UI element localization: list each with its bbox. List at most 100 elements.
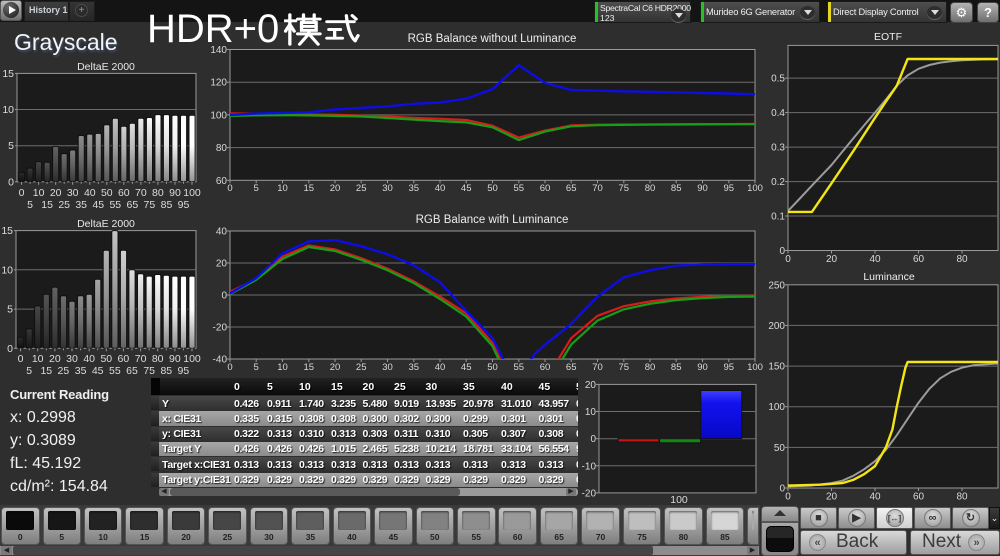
svg-text:10: 10 [2, 104, 14, 116]
svg-text:0: 0 [227, 362, 232, 373]
svg-text:25: 25 [58, 365, 70, 377]
svg-text:50: 50 [487, 362, 498, 373]
svg-text:60: 60 [216, 176, 228, 187]
svg-text:50: 50 [101, 187, 113, 199]
svg-text:20: 20 [49, 353, 61, 365]
svg-text:0: 0 [18, 353, 24, 365]
svg-text:0: 0 [221, 291, 227, 302]
svg-text:100: 100 [210, 110, 227, 121]
svg-text:30: 30 [66, 353, 78, 365]
svg-text:EOTF: EOTF [874, 31, 902, 43]
svg-text:10: 10 [277, 362, 288, 373]
svg-text:40: 40 [83, 353, 95, 365]
svg-text:15: 15 [304, 183, 315, 194]
svg-text:35: 35 [75, 365, 87, 377]
svg-text:60: 60 [118, 353, 130, 365]
svg-text:100: 100 [183, 353, 201, 365]
svg-text:RGB Balance with Luminance: RGB Balance with Luminance [416, 214, 569, 226]
svg-text:60: 60 [118, 187, 130, 199]
svg-text:0.2: 0.2 [771, 177, 785, 188]
svg-text:65: 65 [126, 365, 138, 377]
svg-text:35: 35 [409, 183, 420, 194]
svg-text:55: 55 [109, 199, 121, 211]
svg-text:80: 80 [216, 143, 228, 154]
svg-text:50: 50 [487, 183, 498, 194]
svg-text:100: 100 [747, 183, 763, 194]
svg-text:0: 0 [785, 492, 791, 503]
svg-text:0: 0 [590, 434, 596, 445]
svg-text:150: 150 [768, 362, 785, 373]
svg-text:40: 40 [435, 362, 446, 373]
svg-text:250: 250 [768, 280, 785, 291]
svg-text:60: 60 [540, 362, 551, 373]
svg-text:100: 100 [768, 402, 785, 413]
svg-text:10: 10 [277, 183, 288, 194]
svg-text:50: 50 [774, 443, 786, 454]
svg-text:0.5: 0.5 [771, 74, 785, 85]
svg-text:15: 15 [1, 225, 13, 237]
svg-text:25: 25 [58, 199, 70, 211]
svg-text:55: 55 [514, 362, 525, 373]
svg-text:RGB Balance without Luminance: RGB Balance without Luminance [408, 33, 577, 45]
svg-text:5: 5 [26, 365, 32, 377]
svg-text:65: 65 [566, 362, 577, 373]
svg-text:90: 90 [697, 362, 708, 373]
svg-text:5: 5 [7, 304, 13, 316]
svg-text:70: 70 [135, 353, 147, 365]
svg-text:80: 80 [645, 183, 656, 194]
svg-text:15: 15 [41, 199, 53, 211]
svg-text:80: 80 [956, 254, 968, 265]
svg-text:DeltaE 2000: DeltaE 2000 [77, 218, 135, 230]
svg-text:0.1: 0.1 [771, 212, 785, 223]
svg-text:35: 35 [409, 362, 420, 373]
svg-text:200: 200 [768, 321, 785, 332]
svg-text:5: 5 [27, 199, 33, 211]
svg-text:45: 45 [461, 362, 472, 373]
svg-text:10: 10 [1, 264, 13, 276]
svg-text:60: 60 [913, 254, 925, 265]
svg-text:60: 60 [540, 183, 551, 194]
svg-text:80: 80 [645, 362, 656, 373]
svg-text:45: 45 [92, 199, 104, 211]
svg-text:80: 80 [152, 187, 164, 199]
svg-text:0: 0 [8, 176, 14, 188]
svg-text:75: 75 [143, 365, 155, 377]
svg-text:20: 20 [585, 380, 597, 391]
svg-text:85: 85 [160, 365, 172, 377]
svg-text:45: 45 [92, 365, 104, 377]
svg-text:95: 95 [178, 365, 190, 377]
svg-text:DeltaE 2000: DeltaE 2000 [77, 61, 135, 73]
svg-text:30: 30 [382, 183, 393, 194]
svg-text:-20: -20 [213, 323, 228, 334]
svg-text:0: 0 [785, 254, 791, 265]
svg-text:0: 0 [227, 183, 232, 194]
svg-text:85: 85 [671, 183, 682, 194]
svg-text:Luminance: Luminance [863, 271, 915, 283]
svg-text:95: 95 [178, 199, 190, 211]
svg-text:30: 30 [382, 362, 393, 373]
svg-text:100: 100 [183, 187, 201, 199]
svg-text:90: 90 [697, 183, 708, 194]
svg-text:35: 35 [75, 199, 87, 211]
svg-text:85: 85 [161, 199, 173, 211]
svg-text:10: 10 [585, 407, 597, 418]
svg-text:65: 65 [127, 199, 139, 211]
svg-text:5: 5 [8, 140, 14, 152]
svg-text:90: 90 [169, 187, 181, 199]
svg-text:70: 70 [592, 183, 603, 194]
svg-text:75: 75 [619, 183, 630, 194]
svg-text:80: 80 [956, 492, 968, 503]
svg-text:30: 30 [67, 187, 79, 199]
svg-text:0.3: 0.3 [771, 143, 785, 154]
svg-text:25: 25 [356, 362, 367, 373]
svg-text:90: 90 [169, 353, 181, 365]
svg-text:-20: -20 [582, 488, 597, 499]
svg-text:40: 40 [869, 492, 881, 503]
svg-text:45: 45 [461, 183, 472, 194]
svg-text:95: 95 [724, 183, 735, 194]
svg-text:100: 100 [747, 362, 763, 373]
svg-text:20: 20 [826, 254, 838, 265]
svg-text:75: 75 [619, 362, 630, 373]
svg-text:20: 20 [330, 183, 341, 194]
svg-text:65: 65 [566, 183, 577, 194]
